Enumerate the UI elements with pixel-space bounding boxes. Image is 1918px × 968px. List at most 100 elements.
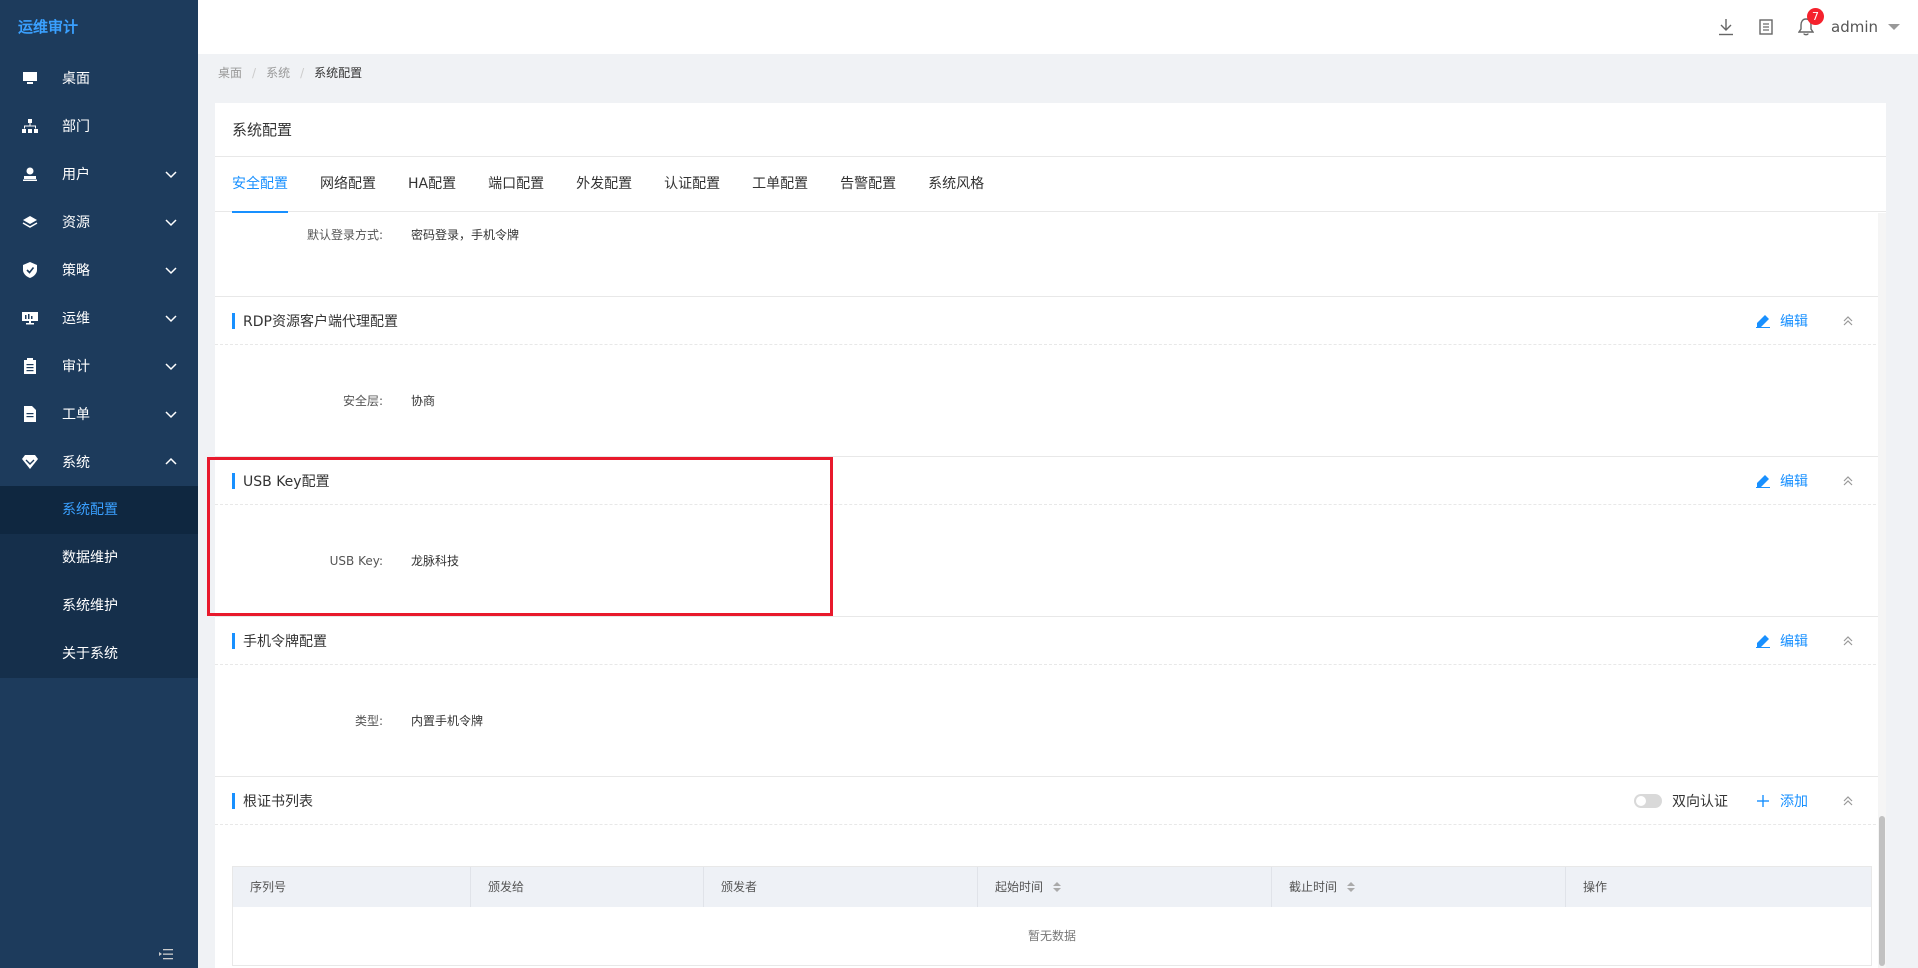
download-icon[interactable] — [1717, 18, 1735, 36]
document-icon — [22, 406, 38, 422]
section-header: USB Key配置 编辑 — [215, 457, 1886, 505]
chevron-down-icon — [165, 363, 177, 371]
breadcrumb-separator: / — [300, 65, 305, 80]
chevron-down-icon — [165, 171, 177, 179]
bell-icon[interactable]: 7 — [1797, 8, 1824, 36]
edit-icon — [1756, 475, 1770, 488]
token-type-row: 类型: 内置手机令牌 — [215, 665, 1886, 776]
layers-icon — [22, 214, 38, 230]
section-header: RDP资源客户端代理配置 编辑 — [215, 297, 1886, 345]
sidebar-item-department[interactable]: 部门 — [0, 102, 198, 150]
sidebar-item-label: 运维 — [62, 311, 90, 327]
column-header-issued-to: 颁发给 — [471, 867, 704, 907]
sidebar-item-desktop[interactable]: 桌面 — [0, 54, 198, 102]
column-header-end-time[interactable]: 截止时间 — [1272, 867, 1566, 907]
username: admin — [1831, 18, 1878, 36]
usbkey-row: USB Key: 龙脉科技 — [215, 505, 1886, 616]
sidebar-item-user[interactable]: 用户 — [0, 150, 198, 198]
vertical-scrollbar[interactable] — [1878, 213, 1886, 968]
sidebar-item-label: 策略 — [62, 263, 90, 279]
sidebar-item-label: 用户 — [62, 167, 90, 183]
column-header-start-time[interactable]: 起始时间 — [978, 867, 1272, 907]
add-label: 添加 — [1780, 794, 1808, 810]
column-header-label: 起始时间 — [995, 880, 1044, 894]
document-list-icon[interactable] — [1757, 18, 1775, 36]
add-button[interactable]: 添加 — [1756, 791, 1808, 811]
column-header-serial: 序列号 — [233, 867, 471, 907]
root-cert-section: 根证书列表 双向认证 添加 序列号 颁发给 颁发者 起始时间 截止时间 操作 暂… — [215, 776, 1886, 966]
tab-auth-config[interactable]: 认证配置 — [664, 157, 720, 212]
sidebar-item-policy[interactable]: 策略 — [0, 246, 198, 294]
field-value: 协商 — [411, 394, 436, 408]
table-header: 序列号 颁发给 颁发者 起始时间 截止时间 操作 — [233, 867, 1871, 907]
sidebar-item-ticket[interactable]: 工单 — [0, 390, 198, 438]
plus-icon — [1757, 795, 1769, 807]
scrollbar-thumb[interactable] — [1879, 816, 1885, 966]
chevron-down-icon — [165, 219, 177, 227]
collapse-icon[interactable] — [1842, 475, 1854, 487]
edit-button[interactable]: 编辑 — [1756, 471, 1808, 491]
sidebar-item-operation[interactable]: 运维 — [0, 294, 198, 342]
section-title: RDP资源客户端代理配置 — [243, 313, 398, 330]
breadcrumb-item[interactable]: 桌面 — [218, 64, 242, 81]
tab-outbound-config[interactable]: 外发配置 — [576, 157, 632, 212]
section-header: 手机令牌配置 编辑 — [215, 617, 1886, 665]
sidebar-item-label: 桌面 — [62, 71, 90, 87]
app-logo: 运维审计 — [18, 18, 79, 36]
sidebar-item-label: 部门 — [62, 119, 90, 135]
caret-down-icon — [1888, 24, 1900, 30]
column-header-label: 截止时间 — [1289, 880, 1338, 894]
section-title: 手机令牌配置 — [243, 633, 327, 650]
field-value: 密码登录，手机令牌 — [411, 228, 520, 242]
login-method-row: 默认登录方式: 密码登录，手机令牌 — [215, 213, 1886, 296]
notification-badge: 7 — [1807, 8, 1824, 25]
edit-icon — [1756, 635, 1770, 648]
sidebar-item-resource[interactable]: 资源 — [0, 198, 198, 246]
collapse-icon[interactable] — [1842, 795, 1854, 807]
edit-button[interactable]: 编辑 — [1756, 311, 1808, 331]
tab-network-config[interactable]: 网络配置 — [320, 157, 376, 212]
tab-ha-config[interactable]: HA配置 — [408, 157, 456, 212]
user-icon — [22, 166, 38, 182]
tab-alert-config[interactable]: 告警配置 — [840, 157, 896, 212]
collapse-icon[interactable] — [1842, 315, 1854, 327]
sort-icon[interactable] — [1347, 882, 1356, 892]
menu-collapse-icon[interactable] — [158, 946, 174, 962]
desktop-icon — [22, 70, 38, 86]
sidebar-item-label: 工单 — [62, 407, 90, 423]
chevron-up-icon — [165, 457, 177, 465]
field-label: USB Key: — [329, 553, 383, 568]
edit-button[interactable]: 编辑 — [1756, 631, 1808, 651]
tab-ticket-config[interactable]: 工单配置 — [752, 157, 808, 212]
field-label: 默认登录方式: — [306, 228, 383, 242]
usbkey-section: USB Key配置 编辑 USB Key: 龙脉科技 — [215, 456, 1886, 616]
sort-icon[interactable] — [1053, 882, 1062, 892]
edit-icon — [1756, 315, 1770, 328]
breadcrumb-item[interactable]: 系统 — [266, 64, 290, 81]
tab-port-config[interactable]: 端口配置 — [488, 157, 544, 212]
sidebar-item-audit[interactable]: 审计 — [0, 342, 198, 390]
column-header-issuer: 颁发者 — [704, 867, 978, 907]
breadcrumb: 桌面 / 系统 / 系统配置 — [218, 64, 362, 81]
section-accent-bar — [232, 792, 235, 809]
breadcrumb-separator: / — [252, 65, 257, 80]
diamond-icon — [22, 454, 38, 470]
column-header-actions: 操作 — [1583, 880, 1608, 894]
submenu-item-about-system[interactable]: 关于系统 — [0, 630, 198, 678]
chevron-down-icon — [165, 315, 177, 323]
chevron-down-icon — [165, 411, 177, 419]
sidebar-item-system[interactable]: 系统 — [0, 438, 198, 486]
submenu-item-system-config[interactable]: 系统配置 — [0, 486, 198, 534]
submenu-item-data-maintenance[interactable]: 数据维护 — [0, 534, 198, 582]
user-menu[interactable]: admin — [1831, 18, 1900, 36]
sidebar-item-label: 资源 — [62, 215, 90, 231]
submenu-item-system-maintenance[interactable]: 系统维护 — [0, 582, 198, 630]
breadcrumb-current: 系统配置 — [314, 66, 363, 80]
mutual-auth-toggle[interactable] — [1634, 794, 1662, 808]
edit-label: 编辑 — [1780, 474, 1808, 490]
tab-system-style[interactable]: 系统风格 — [928, 157, 984, 212]
system-submenu: 系统配置 数据维护 系统维护 关于系统 — [0, 486, 198, 678]
tab-security-config[interactable]: 安全配置 — [232, 157, 288, 213]
collapse-icon[interactable] — [1842, 635, 1854, 647]
config-content: 默认登录方式: 密码登录，手机令牌 RDP资源客户端代理配置 编辑 安全层: 协… — [215, 213, 1886, 968]
